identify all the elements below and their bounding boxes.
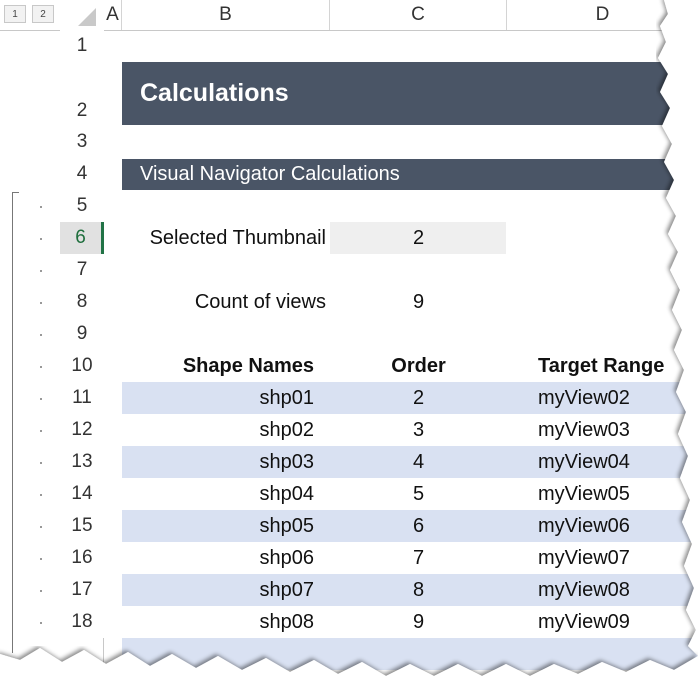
order-cell[interactable]: 6 bbox=[330, 510, 507, 542]
row-header-4[interactable]: 4 bbox=[60, 158, 104, 190]
target-range-cell[interactable]: myView04 bbox=[530, 446, 698, 478]
outline-gutter-dot bbox=[40, 590, 42, 592]
shape-name-cell[interactable]: shp04 bbox=[122, 478, 318, 510]
row-header-3[interactable]: 3 bbox=[60, 126, 104, 158]
outline-gutter-dot bbox=[40, 206, 42, 208]
column-header-d[interactable]: D bbox=[507, 0, 698, 30]
outline-gutter-dot bbox=[40, 238, 42, 240]
calculations-banner: Calculations bbox=[122, 62, 698, 125]
row-header-11[interactable]: 11 bbox=[60, 382, 104, 414]
order-cell[interactable]: 4 bbox=[330, 446, 507, 478]
target-range-cell[interactable]: myView09 bbox=[530, 606, 698, 638]
row-header-9[interactable]: 9 bbox=[60, 318, 104, 350]
outline-gutter-dot bbox=[40, 302, 42, 304]
row-header-18[interactable]: 18 bbox=[60, 606, 104, 638]
row-header-6[interactable]: 6 bbox=[60, 222, 104, 254]
outline-gutter-dot bbox=[40, 334, 42, 336]
visual-navigator-subbanner: Visual Navigator Calculations bbox=[122, 159, 698, 190]
shape-name-cell[interactable]: shp02 bbox=[122, 414, 318, 446]
outline-gutter-dot bbox=[40, 526, 42, 528]
row-header-14[interactable]: 14 bbox=[60, 478, 104, 510]
shape-name-cell[interactable]: shp06 bbox=[122, 542, 318, 574]
header-divider bbox=[0, 30, 698, 31]
table-row-band bbox=[122, 638, 698, 670]
shape-name-cell[interactable]: shp08 bbox=[122, 606, 318, 638]
target-range-cell[interactable]: myView05 bbox=[530, 478, 698, 510]
row-header-13[interactable]: 13 bbox=[60, 446, 104, 478]
outline-gutter-dot bbox=[40, 430, 42, 432]
order-cell[interactable]: 9 bbox=[330, 606, 507, 638]
outline-gutter-dot bbox=[40, 494, 42, 496]
column-header-b[interactable]: B bbox=[122, 0, 330, 30]
outline-gutter-dot bbox=[40, 270, 42, 272]
row-header-17[interactable]: 17 bbox=[60, 574, 104, 606]
spreadsheet: 1 2 A B C D 1 2 3 4 5 6 7 8 9 10 11 12 13 14 15 16 17 18 … bbox=[0, 0, 698, 685]
order-cell[interactable]: 7 bbox=[330, 542, 507, 574]
header-shape-names: Shape Names bbox=[182, 354, 314, 377]
outline-gutter-dot bbox=[40, 366, 42, 368]
target-range-cell[interactable]: myView02 bbox=[530, 382, 698, 414]
outline-gutter-dot bbox=[40, 462, 42, 464]
row-header-10[interactable]: 10 bbox=[60, 350, 104, 382]
order-cell[interactable]: 3 bbox=[330, 414, 507, 446]
row-header-7[interactable]: 7 bbox=[60, 254, 104, 286]
row-header-2[interactable]: 2 bbox=[60, 62, 104, 126]
row-header-15[interactable]: 15 bbox=[60, 510, 104, 542]
order-cell[interactable]: 2 bbox=[330, 382, 507, 414]
order-cell[interactable]: 8 bbox=[330, 574, 507, 606]
outline-level-1-button[interactable]: 1 bbox=[4, 5, 26, 23]
column-header-a[interactable]: A bbox=[104, 0, 122, 30]
shape-name-cell[interactable]: shp03 bbox=[122, 446, 318, 478]
outline-gutter-dot bbox=[40, 622, 42, 624]
column-header-c[interactable]: C bbox=[330, 0, 507, 30]
outline-gutter-dot bbox=[40, 558, 42, 560]
count-of-views-label: Count of views bbox=[194, 290, 326, 313]
row-header-8[interactable]: 8 bbox=[60, 286, 104, 318]
header-order: Order bbox=[391, 354, 446, 377]
header-target-range: Target Range bbox=[538, 354, 665, 377]
target-range-cell[interactable]: myView08 bbox=[530, 574, 698, 606]
row-header-16[interactable]: 16 bbox=[60, 542, 104, 574]
shape-name-cell[interactable]: shp07 bbox=[122, 574, 318, 606]
outline-level-2-button[interactable]: 2 bbox=[32, 5, 54, 23]
shape-name-cell[interactable]: shp05 bbox=[122, 510, 318, 542]
order-cell[interactable]: 5 bbox=[330, 478, 507, 510]
outline-group-bracket[interactable] bbox=[12, 192, 19, 653]
outline-gutter-dot bbox=[40, 398, 42, 400]
target-range-cell[interactable]: myView06 bbox=[530, 510, 698, 542]
row-header-12[interactable]: 12 bbox=[60, 414, 104, 446]
selected-thumbnail-value[interactable]: 2 bbox=[330, 222, 507, 254]
selected-thumbnail-label: Selected Thumbnail bbox=[149, 226, 326, 249]
target-range-cell[interactable]: myView07 bbox=[530, 542, 698, 574]
row-header-1[interactable]: 1 bbox=[60, 30, 104, 62]
select-all-corner[interactable] bbox=[78, 8, 96, 26]
shape-name-cell[interactable]: shp01 bbox=[122, 382, 318, 414]
row-header-5[interactable]: 5 bbox=[60, 190, 104, 222]
target-range-cell[interactable]: myView03 bbox=[530, 414, 698, 446]
count-of-views-value: 9 bbox=[412, 290, 425, 313]
